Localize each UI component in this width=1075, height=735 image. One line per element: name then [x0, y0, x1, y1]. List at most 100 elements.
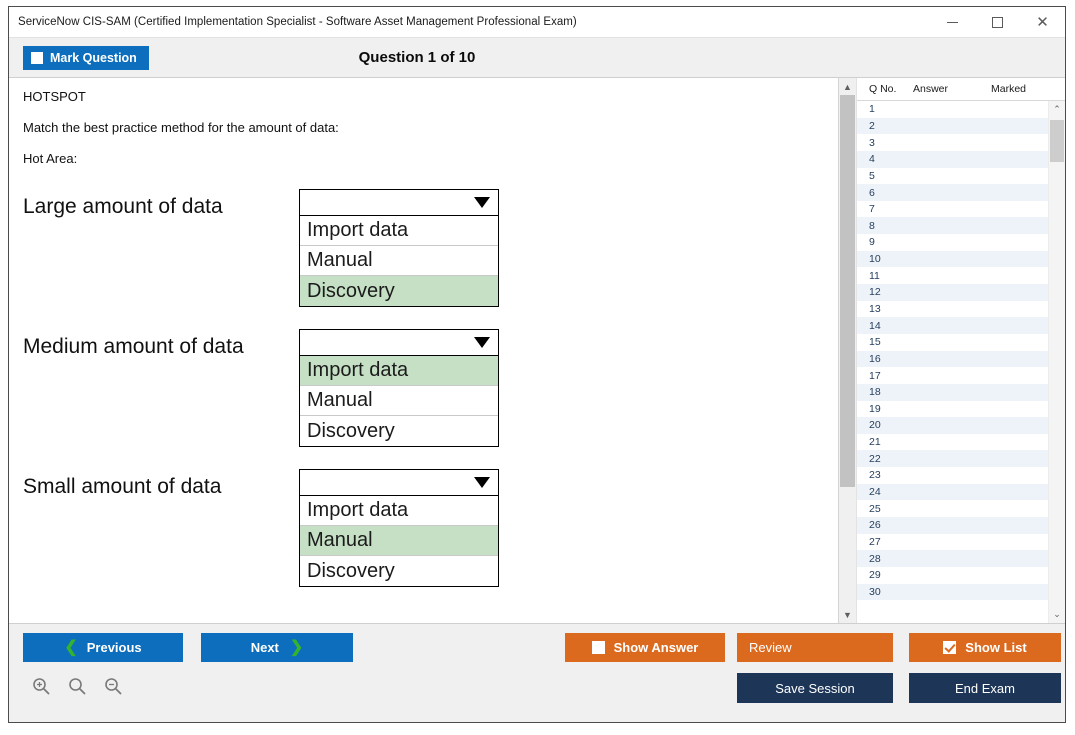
dropdown-large-amount[interactable]: Import data Manual Discovery [299, 189, 499, 307]
save-session-button[interactable]: Save Session [737, 673, 893, 703]
dropdown-option[interactable]: Import data [300, 496, 498, 526]
dropdown-option-selected[interactable]: Manual [300, 526, 498, 556]
list-scroll-up-icon[interactable]: ⌃ [1049, 101, 1066, 118]
dropdown-option-selected[interactable]: Import data [300, 356, 498, 386]
table-row[interactable]: 20 [857, 417, 1048, 434]
question-prompt: Match the best practice method for the a… [23, 121, 838, 136]
next-button[interactable]: Next ❯ [201, 633, 353, 662]
table-row[interactable]: 12 [857, 284, 1048, 301]
table-row[interactable]: 5 [857, 168, 1048, 185]
table-row[interactable]: 16 [857, 351, 1048, 368]
panel-scrollbar[interactable]: ▲ ▼ [839, 78, 857, 623]
zoom-in-icon[interactable] [31, 676, 51, 696]
close-button[interactable]: ✕ [1020, 7, 1065, 37]
cell-qno: 24 [857, 486, 912, 498]
previous-button[interactable]: ❮ Previous [23, 633, 183, 662]
list-scroll-thumb[interactable] [1050, 120, 1064, 162]
table-row[interactable]: 4 [857, 151, 1048, 168]
dropdown-small-amount[interactable]: Import data Manual Discovery [299, 469, 499, 587]
table-row[interactable]: 26 [857, 517, 1048, 534]
table-row[interactable]: 14 [857, 317, 1048, 334]
dropdown-option[interactable]: Discovery [300, 556, 498, 586]
window-title: ServiceNow CIS-SAM (Certified Implementa… [9, 16, 577, 28]
table-row[interactable]: 22 [857, 450, 1048, 467]
zoom-out-icon[interactable] [103, 676, 123, 696]
table-row[interactable]: 28 [857, 550, 1048, 567]
show-list-button[interactable]: Show List [909, 633, 1061, 662]
end-exam-button[interactable]: End Exam [909, 673, 1061, 703]
dropdown-option-selected[interactable]: Discovery [300, 276, 498, 306]
panel-scroll-thumb[interactable] [840, 95, 855, 487]
show-answer-button[interactable]: Show Answer [565, 633, 725, 662]
mark-question-button[interactable]: Mark Question [23, 46, 149, 70]
cell-qno: 17 [857, 370, 912, 382]
table-row[interactable]: 7 [857, 201, 1048, 218]
cell-qno: 15 [857, 336, 912, 348]
table-row[interactable]: 18 [857, 384, 1048, 401]
pair-label: Small amount of data [23, 469, 299, 498]
panel-scroll-track[interactable] [839, 95, 856, 606]
mark-question-checkbox-icon [31, 52, 43, 64]
cell-qno: 29 [857, 569, 912, 581]
hot-area-label: Hot Area: [23, 152, 838, 167]
table-row[interactable]: 23 [857, 467, 1048, 484]
cell-qno: 3 [857, 137, 912, 149]
next-inner: Next ❯ [251, 640, 304, 656]
cell-qno: 14 [857, 320, 912, 332]
cell-qno: 5 [857, 170, 912, 182]
exam-footer: ❮ Previous Next ❯ Show Answer [9, 623, 1065, 722]
scroll-up-icon[interactable]: ▲ [839, 78, 856, 95]
table-row[interactable]: 6 [857, 184, 1048, 201]
hotspot-pair: Medium amount of data Import data Manual… [23, 329, 838, 445]
cell-qno: 30 [857, 586, 912, 598]
minimize-button[interactable] [930, 7, 975, 37]
previous-label: Previous [87, 640, 142, 655]
table-row[interactable]: 30 [857, 584, 1048, 601]
mark-question-label: Mark Question [50, 51, 137, 65]
table-row[interactable]: 25 [857, 500, 1048, 517]
table-row[interactable]: 21 [857, 434, 1048, 451]
table-row[interactable]: 3 [857, 134, 1048, 151]
chevron-right-icon: ❯ [290, 640, 303, 656]
maximize-button[interactable] [975, 7, 1020, 37]
zoom-reset-icon[interactable] [67, 676, 87, 696]
dropdown-medium-amount[interactable]: Import data Manual Discovery [299, 329, 499, 447]
column-header-qno: Q No. [857, 83, 913, 95]
table-row[interactable]: 11 [857, 267, 1048, 284]
table-row[interactable]: 19 [857, 401, 1048, 418]
list-scroll-down-icon[interactable]: ⌄ [1049, 606, 1066, 623]
question-grid: Q No. Answer Marked 12345678910111213141… [857, 78, 1065, 623]
dropdown-option[interactable]: Discovery [300, 416, 498, 446]
dropdown-field[interactable] [300, 330, 498, 356]
question-pane: HOTSPOT Match the best practice method f… [9, 78, 838, 623]
table-row[interactable]: 2 [857, 118, 1048, 135]
table-row[interactable]: 27 [857, 534, 1048, 551]
cell-qno: 11 [857, 270, 912, 282]
table-row[interactable]: 10 [857, 251, 1048, 268]
dropdown-field[interactable] [300, 190, 498, 216]
dropdown-field[interactable] [300, 470, 498, 496]
question-counter-text: Question 1 of 10 [359, 49, 476, 66]
cell-qno: 12 [857, 286, 912, 298]
list-scroll-track[interactable] [1049, 118, 1066, 606]
chevron-down-icon [474, 337, 490, 348]
table-row[interactable]: 1 [857, 101, 1048, 118]
footer-row-secondary: Save Session End Exam [9, 673, 1065, 703]
table-row[interactable]: 17 [857, 367, 1048, 384]
pair-label: Large amount of data [23, 189, 299, 218]
review-dropdown[interactable]: Review [737, 633, 893, 662]
scroll-down-icon[interactable]: ▼ [839, 606, 856, 623]
table-row[interactable]: 15 [857, 334, 1048, 351]
dropdown-option[interactable]: Manual [300, 386, 498, 416]
cell-qno: 13 [857, 303, 912, 315]
exam-toolbar: Mark Question Question 1 of 10 [9, 38, 1065, 78]
table-row[interactable]: 29 [857, 567, 1048, 584]
list-scrollbar[interactable]: ⌃ ⌄ [1048, 101, 1065, 623]
table-row[interactable]: 13 [857, 301, 1048, 318]
table-row[interactable]: 24 [857, 484, 1048, 501]
save-session-label: Save Session [775, 681, 855, 696]
table-row[interactable]: 8 [857, 217, 1048, 234]
dropdown-option[interactable]: Import data [300, 216, 498, 246]
table-row[interactable]: 9 [857, 234, 1048, 251]
dropdown-option[interactable]: Manual [300, 246, 498, 276]
